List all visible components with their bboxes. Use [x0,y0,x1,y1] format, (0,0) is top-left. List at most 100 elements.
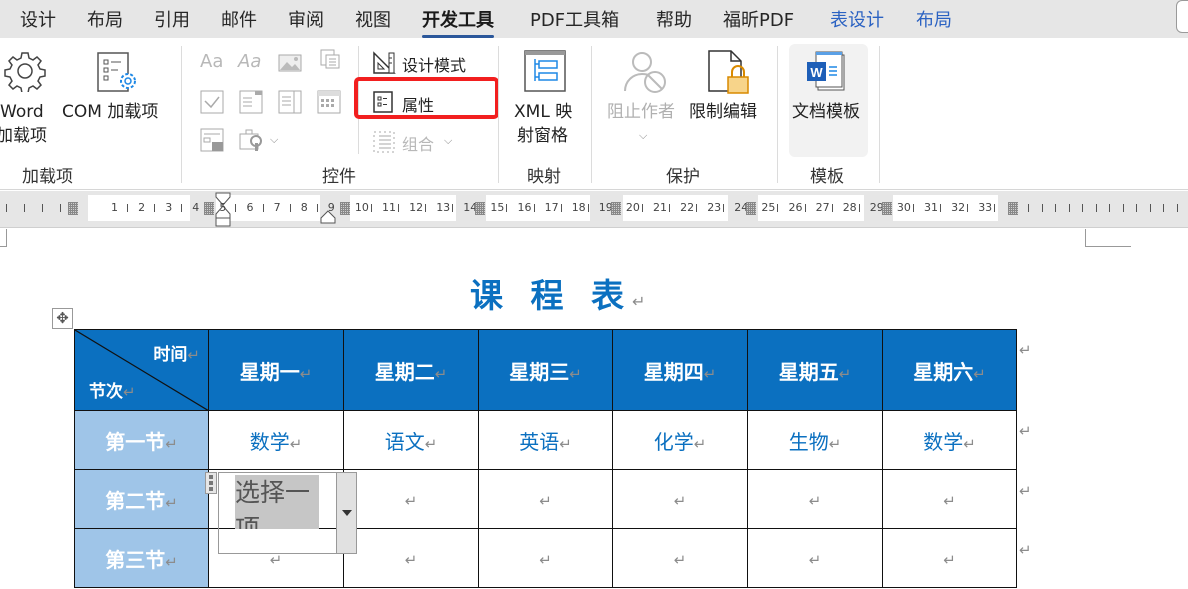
table-cell[interactable]: ↵ [882,469,1017,529]
document-title[interactable]: 课 程 表↵ [470,269,645,317]
ruler-tick [60,204,61,212]
period-header[interactable]: 第一节↵ [74,410,209,470]
column-marker[interactable] [881,202,892,215]
table-row: 第一节↵ 数学↵ 语文↵ 英语↵ 化学↵ 生物↵ 数学↵ [74,410,1017,470]
column-marker[interactable] [204,202,215,215]
column-marker[interactable] [1008,202,1018,215]
table-row: 第三节↵ ↵ ↵ ↵ ↵ ↵ ↵ [74,528,1017,588]
tab-view[interactable]: 视图 [355,6,391,32]
tab-review[interactable]: 审阅 [288,6,324,32]
group-label-templates: 模板 [810,167,844,187]
ruler-tick [858,204,860,212]
table-cell[interactable]: 英语↵ [478,410,613,470]
checkbox-control-icon[interactable] [200,90,224,114]
ruler-tick [6,204,7,212]
dropdown-content-control[interactable]: 选择一项。 [205,472,357,554]
restrict-editing-icon [708,50,749,94]
tab-mailings[interactable]: 邮件 [221,6,257,32]
table-cell[interactable]: 语文↵ [343,410,479,470]
day-header[interactable]: 星期三↵ [478,329,613,411]
period-header[interactable]: 第二节↵ [74,469,209,529]
table-cell[interactable]: ↵ [612,469,748,529]
table-cell[interactable]: ↵ [478,528,613,588]
restrict-editing-label: 限制编辑 [689,102,757,122]
xml-pane-label-2: 射窗格 [517,126,568,146]
table-cell[interactable]: ↵ [747,469,883,529]
table-cell[interactable]: ↵ [612,528,748,588]
comments-button[interactable] [1176,0,1188,33]
tab-design[interactable]: 设计 [20,6,56,32]
day-header[interactable]: 星期六↵ [882,329,1017,411]
table-cell[interactable]: 数学↵ [208,410,344,470]
gear-icon [4,52,46,92]
ruler-number: 1 [111,201,118,214]
plain-text-control-icon[interactable]: Aa [238,51,261,72]
ruler-tick [533,204,535,212]
ruler-number: 11 [382,201,396,214]
ruler-number: 31 [924,201,938,214]
repeating-section-icon[interactable] [200,128,224,152]
ruler-tick [967,204,969,212]
tab-table-layout[interactable]: 布局 [916,6,952,32]
group-separator [591,46,592,183]
table-move-handle-icon[interactable]: ✥ [52,308,73,329]
table-cell[interactable]: ↵ [747,528,883,588]
period-header[interactable]: 第三节↵ [74,528,209,588]
combo-box-control-icon[interactable] [239,90,263,114]
group-label-addins: 加载项 [22,167,73,187]
ruler-number: 26 [788,201,803,214]
tab-foxit-pdf[interactable]: 福昕PDF [723,6,794,32]
tab-references[interactable]: 引用 [154,6,190,32]
table-cell[interactable]: 生物↵ [747,410,883,470]
day-header[interactable]: 星期四↵ [612,329,748,411]
ruler-tick [398,204,399,212]
group-separator [777,46,778,183]
column-marker[interactable] [68,202,78,215]
building-block-control-icon[interactable] [318,49,342,73]
table-cell[interactable]: 化学↵ [612,410,748,470]
ruler-tick [316,204,318,212]
horizontal-ruler[interactable]: 1 2 3 4 5 6 7 8 9 10 11 12 13 14 15 16 17 18 19 20 21 22 23 24 2… [0,191,1188,228]
dropdown-placeholder-text[interactable]: 选择一项。 [235,475,319,529]
table-cell[interactable]: 数学↵ [882,410,1017,470]
ruler-tick [452,204,454,212]
group-label: 组合 [402,135,435,154]
day-header[interactable]: 星期五↵ [747,329,883,411]
ruler-number: 33 [978,201,993,214]
ruler-tick [1122,204,1124,212]
column-marker[interactable] [339,202,350,215]
dropdown-list-control-icon[interactable] [278,90,302,114]
ruler-number: 15 [490,201,505,214]
corner-cell[interactable]: 时间↵ 节次↵ [74,329,209,411]
tab-developer[interactable]: 开发工具 [422,6,494,38]
document-page[interactable]: 课 程 表↵ ✥ 时间↵ 节次↵ 星期一↵ 星期二↵ 星期三↵ 星期四↵ 星期五… [0,229,1188,589]
column-marker[interactable] [475,202,486,215]
day-header[interactable]: 星期一↵ [208,329,344,411]
ruler-tick [1055,204,1056,212]
column-marker[interactable] [610,202,621,215]
tab-table-design[interactable]: 表设计 [830,6,884,32]
ruler-tick [723,204,725,212]
group-separator [498,46,499,183]
picture-control-icon[interactable] [278,51,302,75]
tab-layout[interactable]: 布局 [87,6,123,32]
rich-text-control-icon[interactable]: Aa [200,51,223,72]
row-end-mark: ↵ [1019,541,1032,559]
ruler-tick [560,204,562,212]
table-cell[interactable]: ↵ [343,528,479,588]
table-cell[interactable]: ↵ [478,469,613,529]
dropdown-arrow-button[interactable] [336,473,356,553]
tab-help[interactable]: 帮助 [656,6,692,32]
group-controls-icon [373,131,395,153]
legacy-tools-icon[interactable] [239,128,263,152]
content-control-grip-icon[interactable] [205,472,217,494]
table-cell[interactable]: ↵ [343,469,479,529]
table-cell[interactable]: ↵ [882,528,1017,588]
chevron-down-icon[interactable]: ⌵ [270,133,278,147]
tab-pdf-toolbox[interactable]: PDF工具箱 [530,6,619,32]
column-marker[interactable] [746,202,757,215]
ruler-number: 13 [436,201,451,214]
day-header[interactable]: 星期二↵ [343,329,479,411]
date-picker-control-icon[interactable] [317,90,341,114]
schedule-table[interactable]: 时间↵ 节次↵ 星期一↵ 星期二↵ 星期三↵ 星期四↵ 星期五↵ 星期六↵ 第一… [74,329,1017,588]
